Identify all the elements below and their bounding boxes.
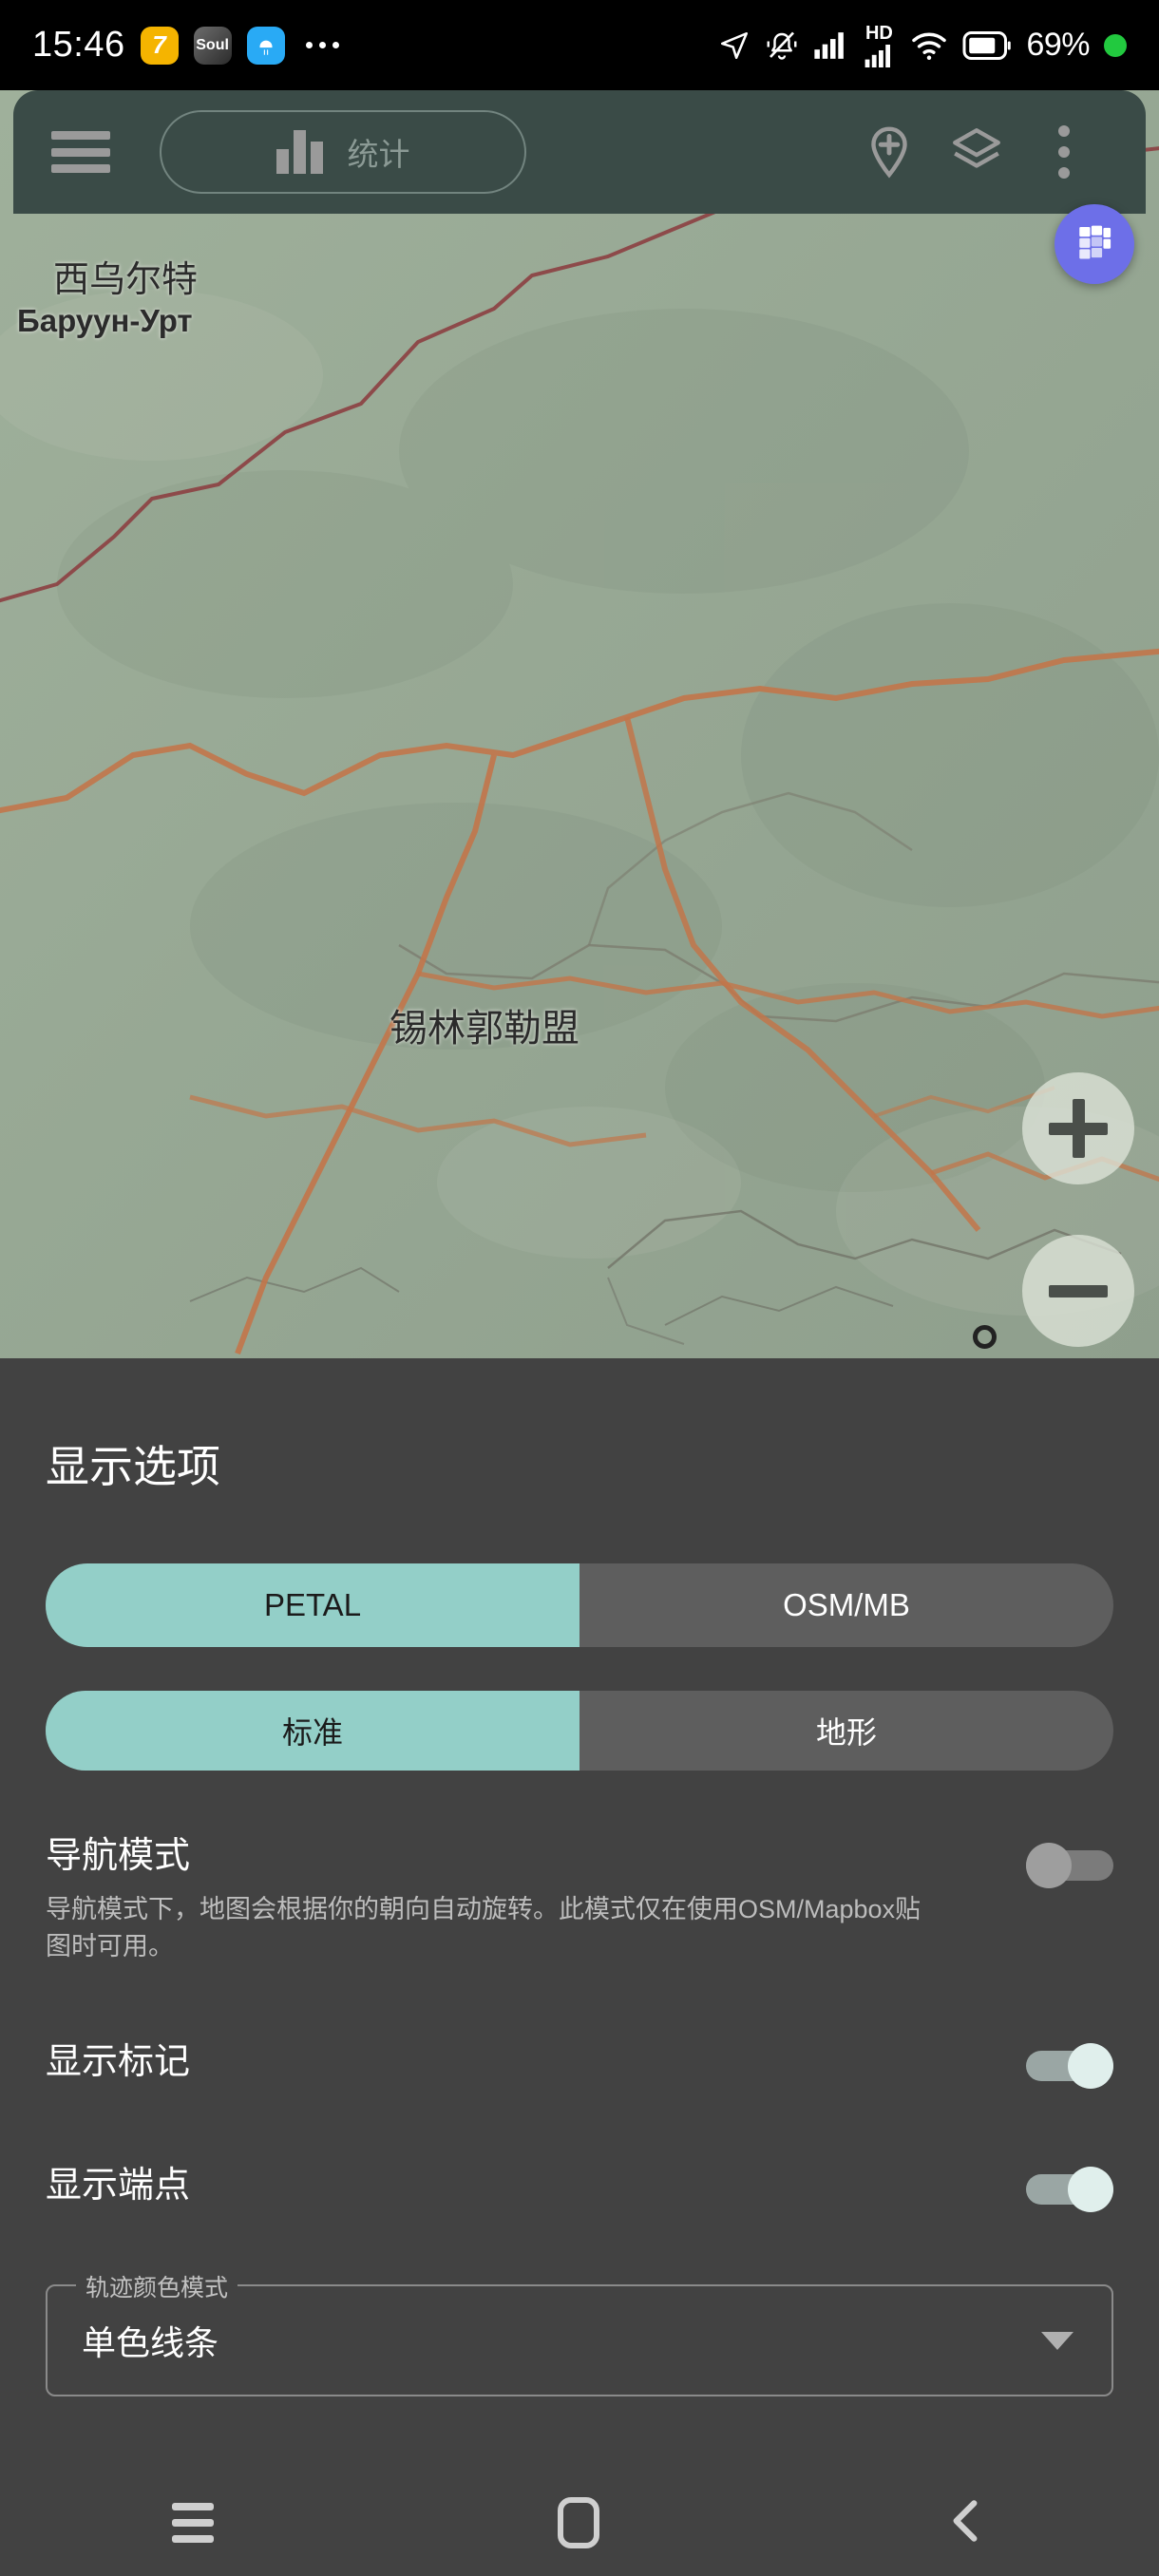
more-options-button[interactable] — [1020, 108, 1108, 196]
calendar-app-icon: 7 — [140, 26, 179, 65]
status-overflow-icon — [305, 42, 339, 48]
back-button[interactable] — [943, 2496, 987, 2550]
nav-mode-description: 导航模式下，地图会根据你的朝向自动旋转。此模式仅在使用OSM/Mapbox贴图时… — [46, 1895, 922, 1961]
minus-icon — [1049, 1284, 1108, 1297]
map-label-xiwuerte: 西乌尔特 — [53, 260, 199, 300]
nav-mode-title: 导航模式 — [46, 1836, 191, 1876]
show-markers-title: 显示标记 — [46, 2041, 191, 2082]
plus-icon-v — [1072, 1099, 1085, 1158]
map-toolbar: 统计 — [13, 90, 1146, 214]
map-style-segmented-control: 标准 地形 — [46, 1691, 1113, 1771]
signal-2-icon — [865, 44, 891, 67]
nav-mode-text: 导航模式 导航模式下，地图会根据你的朝向自动旋转。此模式仅在使用OSM/Mapb… — [46, 1826, 1026, 1965]
show-endpoints-title: 显示端点 — [46, 2165, 191, 2206]
zoom-in-button[interactable] — [1022, 1072, 1134, 1184]
signal-2-group: HD — [862, 24, 896, 67]
kebab-icon — [1058, 125, 1070, 179]
home-button[interactable] — [558, 2497, 599, 2548]
status-clock: 15:46 — [32, 25, 125, 65]
show-markers-text: 显示标记 — [46, 2032, 1026, 2084]
android-app-icon — [246, 26, 285, 65]
signal-1-icon — [814, 31, 845, 59]
layers-button[interactable] — [933, 108, 1020, 196]
battery-percent-label: 69% — [1026, 27, 1090, 63]
display-options-sheet: 显示选项 PETAL OSM/MB 标准 地形 导航模式 导航模式下，地图会根据… — [0, 1358, 1159, 2498]
status-bar-left: 15:46 7 Soul — [32, 25, 339, 66]
3d-view-button[interactable] — [1054, 204, 1134, 284]
map-dot-chifeng — [973, 1325, 997, 1349]
menu-button[interactable] — [51, 131, 110, 173]
phone-screen: 15:46 7 Soul HD 69% 西乌尔特 Баруун-Урт 锡林郭勒… — [0, 0, 1159, 2576]
map-label-xilingol: 锡林郭勒盟 — [390, 1008, 580, 1050]
add-marker-icon — [871, 126, 907, 179]
track-color-mode-value: 单色线条 — [82, 2323, 219, 2363]
toggle-knob — [1026, 1843, 1072, 1888]
show-markers-toggle[interactable] — [1026, 2043, 1113, 2090]
tile-source-segmented-control: PETAL OSM/MB — [46, 1563, 1113, 1647]
show-endpoints-text: 显示端点 — [46, 2155, 1026, 2207]
zoom-out-button[interactable] — [1022, 1235, 1134, 1347]
segment-petal[interactable]: PETAL — [46, 1563, 580, 1647]
android-nav-bar — [0, 2470, 1159, 2576]
back-chevron-icon — [953, 2499, 978, 2542]
toggle-knob — [1068, 2167, 1113, 2213]
sheet-title: 显示选项 — [46, 1442, 220, 1491]
status-bar-right: HD 69% — [718, 24, 1127, 67]
chevron-down-icon[interactable] — [1041, 2331, 1074, 2350]
nav-mode-row[interactable]: 导航模式 导航模式下，地图会根据你的朝向自动旋转。此模式仅在使用OSM/Mapb… — [0, 1826, 1159, 1965]
status-bar: 15:46 7 Soul HD 69% — [0, 0, 1159, 90]
mute-icon — [767, 31, 797, 60]
map-view[interactable]: 西乌尔特 Баруун-Урт 锡林郭勒盟 赤峰 统计 — [0, 90, 1159, 1358]
green-dot-icon — [1104, 33, 1127, 57]
track-color-mode-legend: 轨迹颜色模式 — [76, 2269, 238, 2304]
toggle-knob — [1068, 2043, 1113, 2090]
3d-cube-icon — [1079, 225, 1112, 259]
show-markers-row[interactable]: 显示标记 — [0, 2026, 1159, 2090]
show-endpoints-toggle[interactable] — [1026, 2167, 1113, 2213]
bar-chart-icon — [276, 130, 323, 174]
segment-osm-mb[interactable]: OSM/MB — [580, 1563, 1113, 1647]
battery-icon — [962, 30, 1012, 60]
recents-button[interactable] — [172, 2503, 214, 2543]
track-color-mode-dropdown[interactable]: 轨迹颜色模式 单色线条 — [46, 2269, 1113, 2397]
map-label-baruun-urt: Баруун-Урт — [17, 303, 193, 338]
show-endpoints-row[interactable]: 显示端点 — [0, 2150, 1159, 2213]
stats-button[interactable]: 统计 — [160, 110, 526, 194]
add-marker-button[interactable] — [846, 108, 933, 196]
soul-app-icon: Soul — [193, 26, 232, 65]
layers-icon — [953, 128, 1000, 168]
stats-button-label: 统计 — [347, 137, 410, 172]
wifi-icon — [912, 32, 947, 60]
location-icon — [721, 31, 749, 59]
nav-mode-toggle[interactable] — [1026, 1843, 1113, 1888]
segment-standard[interactable]: 标准 — [46, 1691, 580, 1771]
network-type-label: HD — [864, 22, 893, 44]
segment-terrain[interactable]: 地形 — [580, 1691, 1113, 1771]
